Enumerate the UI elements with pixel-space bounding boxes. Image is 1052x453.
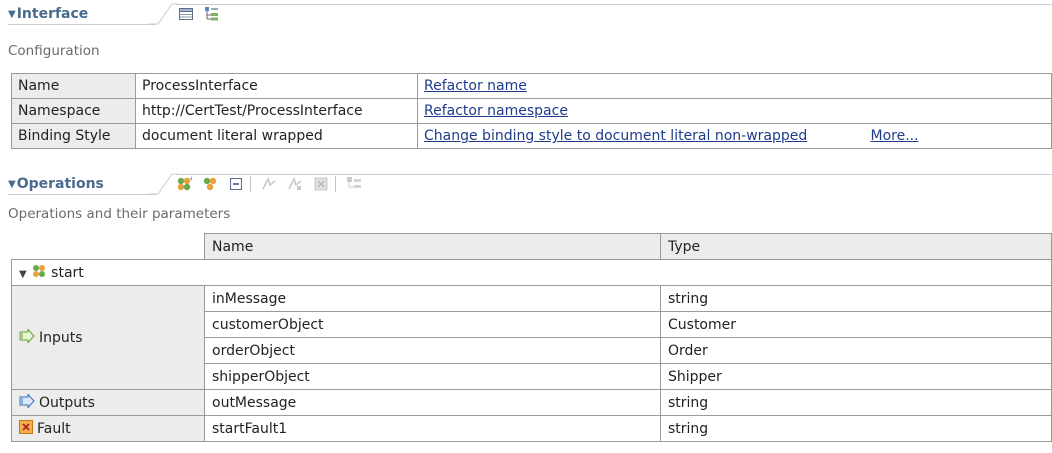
config-row-name: Name ProcessInterface Refactor name [11, 73, 1052, 99]
add-fault-icon[interactable] [313, 176, 329, 192]
operation-icon [31, 263, 47, 283]
collapse-twisty-icon[interactable]: ▼ [8, 9, 16, 20]
config-extra [864, 73, 1052, 99]
input-row[interactable]: Inputs inMessage string [11, 285, 1052, 390]
add-request-response-operation-icon[interactable]: + [176, 176, 192, 192]
param-type[interactable]: Shipper [660, 363, 1052, 390]
refactor-namespace-link[interactable]: Refactor namespace [424, 103, 568, 119]
param-type[interactable]: string [660, 389, 1052, 416]
fault-group[interactable]: Fault [11, 415, 205, 442]
param-type[interactable]: string [660, 415, 1052, 442]
param-name[interactable]: orderObject [204, 337, 661, 364]
param-name[interactable]: shipperObject [204, 363, 661, 390]
fault-label: Fault [37, 420, 71, 437]
input-arrow-icon [19, 327, 35, 347]
config-label: Namespace [11, 98, 136, 124]
operations-header-row: Name Type [11, 233, 1052, 260]
change-binding-style-link[interactable]: Change binding style to document literal… [424, 128, 807, 144]
tree-icon[interactable] [204, 6, 220, 22]
section-tab-edge [148, 3, 178, 25]
operations-section-title: Operations [16, 176, 104, 192]
output-row[interactable]: Outputs outMessage string [11, 389, 1052, 416]
collapse-all-icon[interactable] [228, 176, 244, 192]
interface-subtitle: Configuration [8, 43, 100, 59]
param-type[interactable]: Customer [660, 311, 1052, 338]
expand-twisty-icon[interactable]: ▼ [19, 269, 27, 280]
operation-name[interactable]: start [51, 265, 84, 281]
fault-row[interactable]: Fault startFault1 string [11, 415, 1052, 442]
svg-text:+: + [189, 176, 192, 183]
operations-section-header[interactable]: ▼ Operations [8, 173, 104, 195]
inputs-label: Inputs [39, 329, 83, 346]
collapse-twisty-icon[interactable]: ▼ [8, 179, 16, 190]
config-label: Binding Style [11, 123, 136, 149]
fault-icon [19, 419, 33, 438]
column-header-name[interactable]: Name [204, 233, 661, 260]
param-type[interactable]: Order [660, 337, 1052, 364]
param-name[interactable]: outMessage [204, 389, 661, 416]
config-row-binding-style: Binding Style document literal wrapped C… [11, 123, 1052, 149]
show-layout-icon[interactable] [346, 176, 362, 192]
toolbar-separator [250, 176, 251, 192]
operations-table: Name Type ▼ start Inputs inMessage strin… [11, 233, 1052, 442]
param-type[interactable]: string [660, 285, 1052, 312]
operations-subtitle: Operations and their parameters [8, 206, 231, 222]
config-row-namespace: Namespace http://CertTest/ProcessInterfa… [11, 98, 1052, 124]
add-input-icon[interactable] [261, 176, 277, 192]
output-arrow-icon [19, 392, 35, 412]
refactor-name-link[interactable]: Refactor name [424, 78, 527, 94]
section-tab-edge [148, 173, 178, 195]
operations-toolbar: + [176, 176, 372, 192]
section-underline [8, 194, 156, 195]
param-name[interactable]: inMessage [204, 285, 661, 312]
operation-row[interactable]: ▼ start [11, 259, 1052, 286]
config-value: ProcessInterface [135, 73, 418, 99]
add-one-way-operation-icon[interactable] [202, 176, 218, 192]
outputs-label: Outputs [39, 394, 95, 411]
section-underline [8, 24, 156, 25]
config-extra [864, 98, 1052, 124]
section-topline [176, 174, 1052, 175]
outputs-group[interactable]: Outputs [11, 389, 205, 416]
param-name[interactable]: startFault1 [204, 415, 661, 442]
table-icon[interactable] [178, 6, 194, 22]
add-output-icon[interactable] [287, 176, 303, 192]
config-value: document literal wrapped [135, 123, 418, 149]
section-topline [176, 4, 1052, 5]
interface-toolbar [178, 6, 230, 22]
interface-section-header[interactable]: ▼ Interface [8, 3, 88, 25]
config-value: http://CertTest/ProcessInterface [135, 98, 418, 124]
param-name[interactable]: customerObject [204, 311, 661, 338]
more-link[interactable]: More... [871, 128, 919, 144]
column-header-type[interactable]: Type [660, 233, 1052, 260]
config-label: Name [11, 73, 136, 99]
inputs-group[interactable]: Inputs [11, 285, 205, 390]
toolbar-separator [335, 176, 336, 192]
interface-section-title: Interface [16, 6, 89, 22]
configuration-table: Name ProcessInterface Refactor name Name… [11, 73, 1052, 149]
